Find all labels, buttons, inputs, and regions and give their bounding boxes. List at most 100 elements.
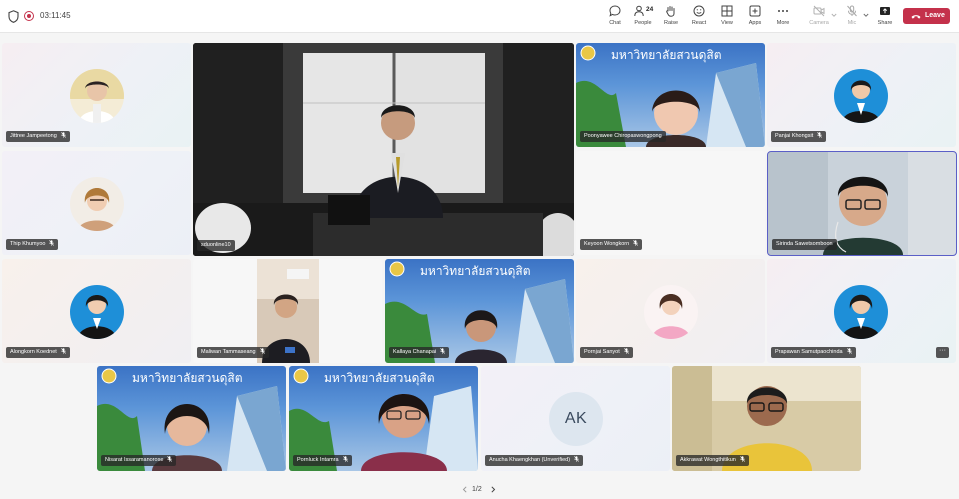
mic-off-icon <box>440 348 445 354</box>
participant-tile[interactable]: Pornjai Sanyot <box>576 259 765 363</box>
participant-tile[interactable]: Alongkorn Koednet <box>2 259 191 363</box>
participant-name: Alongkorn Koednet <box>6 347 70 358</box>
participant-tile[interactable]: Panjai Khongsit <box>767 43 956 147</box>
smiley-icon <box>693 5 705 17</box>
camera-button[interactable]: Camera <box>805 5 833 29</box>
chevron-right-icon[interactable] <box>490 486 496 493</box>
participant-name: Kallaya Chanapai <box>389 347 450 358</box>
participant-name: Anucha Khaengkhan (Unverified) <box>485 455 584 466</box>
share-label: Share <box>877 20 893 26</box>
raise-label: Raise <box>663 20 679 26</box>
shield-icon[interactable] <box>8 10 19 23</box>
camera-off-icon <box>813 5 825 17</box>
chat-label: Chat <box>609 20 621 26</box>
more-label: More <box>776 20 790 26</box>
phone-hangup-icon <box>911 15 921 19</box>
mic-off-icon <box>49 240 55 246</box>
people-button[interactable]: 24 People <box>629 5 657 29</box>
participant-name: Panjai Khongsit <box>771 131 827 142</box>
react-button[interactable]: React <box>685 5 713 29</box>
participant-tile[interactable]: Keyoon Wongkorn <box>576 151 765 255</box>
people-icon <box>634 5 644 17</box>
mic-off-icon <box>342 456 348 462</box>
mic-off-icon <box>60 132 66 138</box>
mic-off-icon <box>167 456 173 462</box>
participant-video[interactable]: Sirinda Sawetsomboon <box>767 151 957 256</box>
people-label: People <box>634 20 652 26</box>
meeting-timer: 03:11:45 <box>40 11 71 20</box>
mic-off-icon <box>740 456 745 462</box>
chevron-left-icon[interactable] <box>462 486 468 493</box>
participant-name: sduonline10 <box>197 240 235 251</box>
participant-name: Jittree Jampeetong <box>6 131 70 142</box>
ellipsis-icon <box>778 10 788 12</box>
apps-button[interactable]: Apps <box>741 5 769 29</box>
avatar-initials: AK <box>549 392 603 446</box>
chevron-down-icon[interactable] <box>863 12 869 18</box>
mic-button[interactable]: Mic <box>838 5 866 29</box>
people-count-badge: 24 <box>646 6 654 13</box>
leave-button[interactable]: Leave <box>903 8 950 24</box>
participant-tile[interactable]: Thip Khumyoo <box>2 151 191 255</box>
gallery-pager: 1/2 <box>458 484 502 496</box>
apps-label: Apps <box>748 20 762 26</box>
mic-off-icon <box>259 348 265 354</box>
participant-name: Maliwan Tammaseang <box>197 347 269 358</box>
share-icon <box>880 7 890 15</box>
mic-off-icon <box>574 456 579 462</box>
view-label: View <box>721 20 733 26</box>
university-banner-text: มหาวิทยาลัยสวนดุสิต <box>324 371 435 385</box>
participant-name: Prapawan Samutpaochinda <box>771 347 856 358</box>
mic-off-icon <box>633 240 638 246</box>
university-banner-text: มหาวิทยาลัยสวนดุสิต <box>420 264 531 278</box>
chat-button[interactable]: Chat <box>601 5 629 29</box>
participant-name: Pornluck Intamra <box>293 455 352 466</box>
hand-icon <box>666 6 675 17</box>
mic-off-icon <box>817 132 823 138</box>
participant-name: Keyoon Wongkorn <box>580 239 643 250</box>
participant-tile[interactable]: AK Anucha Khaengkhan (Unverified) <box>481 366 670 471</box>
avatar <box>70 69 124 123</box>
avatar <box>834 69 888 123</box>
chat-icon <box>609 5 621 17</box>
mic-off-icon <box>60 348 66 354</box>
camera-label: Camera <box>809 20 829 26</box>
view-button[interactable]: View <box>713 5 741 29</box>
participant-video[interactable]: sduonline10 <box>193 43 574 256</box>
page-indicator: 1/2 <box>472 486 482 493</box>
mic-off-icon <box>847 5 857 17</box>
avatar <box>70 285 124 339</box>
participant-name: Sirinda Sawetsomboon <box>772 239 837 250</box>
participant-video[interactable]: มหาวิทยาลัยสวนดุสิต Pornluck Intamra <box>289 366 478 471</box>
avatar <box>644 285 698 339</box>
react-label: React <box>691 20 707 26</box>
leave-label: Leave <box>925 12 945 19</box>
raise-hand-button[interactable]: Raise <box>657 5 685 29</box>
recording-indicator-icon <box>24 11 34 21</box>
participant-more-options-button[interactable]: ··· <box>936 347 949 358</box>
participant-name: Akkrawat Wongthitikun <box>676 455 749 466</box>
participant-name: Poonyawee Chiropaswongpong <box>580 131 666 142</box>
participant-video[interactable]: Akkrawat Wongthitikun <box>672 366 861 471</box>
participant-name: Pornjai Sanyot <box>580 347 633 358</box>
chevron-down-icon[interactable] <box>831 12 837 18</box>
mic-label: Mic <box>847 20 857 26</box>
mic-off-icon <box>623 348 629 354</box>
more-button[interactable]: More <box>769 5 797 29</box>
participant-video[interactable]: Maliwan Tammaseang <box>193 259 382 363</box>
video-frame <box>193 43 574 256</box>
avatar <box>834 285 888 339</box>
participant-name: Nisarat Issaramanorose <box>101 455 177 466</box>
participant-tile[interactable]: Prapawan Samutpaochinda ··· <box>767 259 956 363</box>
grid-icon <box>721 5 733 17</box>
university-banner-text: มหาวิทยาลัยสวนดุสิต <box>611 48 722 62</box>
participant-tile[interactable]: Jittree Jampeetong <box>2 43 191 147</box>
mic-off-icon <box>846 348 852 354</box>
apps-icon <box>749 5 761 17</box>
participant-video[interactable]: มหาวิทยาลัยสวนดุสิต Kallaya Chanapai <box>385 259 574 363</box>
participant-video[interactable]: มหาวิทยาลัยสวนดุสิต Nisarat Issaramanoro… <box>97 366 286 471</box>
participant-name: Thip Khumyoo <box>6 239 59 250</box>
share-button[interactable]: Share <box>871 5 899 29</box>
participant-video[interactable]: มหาวิทยาลัยสวนดุสิต Poonyawee Chiropaswo… <box>576 43 765 147</box>
meeting-toolbar: 03:11:45 Chat 24 People Raise React View… <box>0 0 959 33</box>
